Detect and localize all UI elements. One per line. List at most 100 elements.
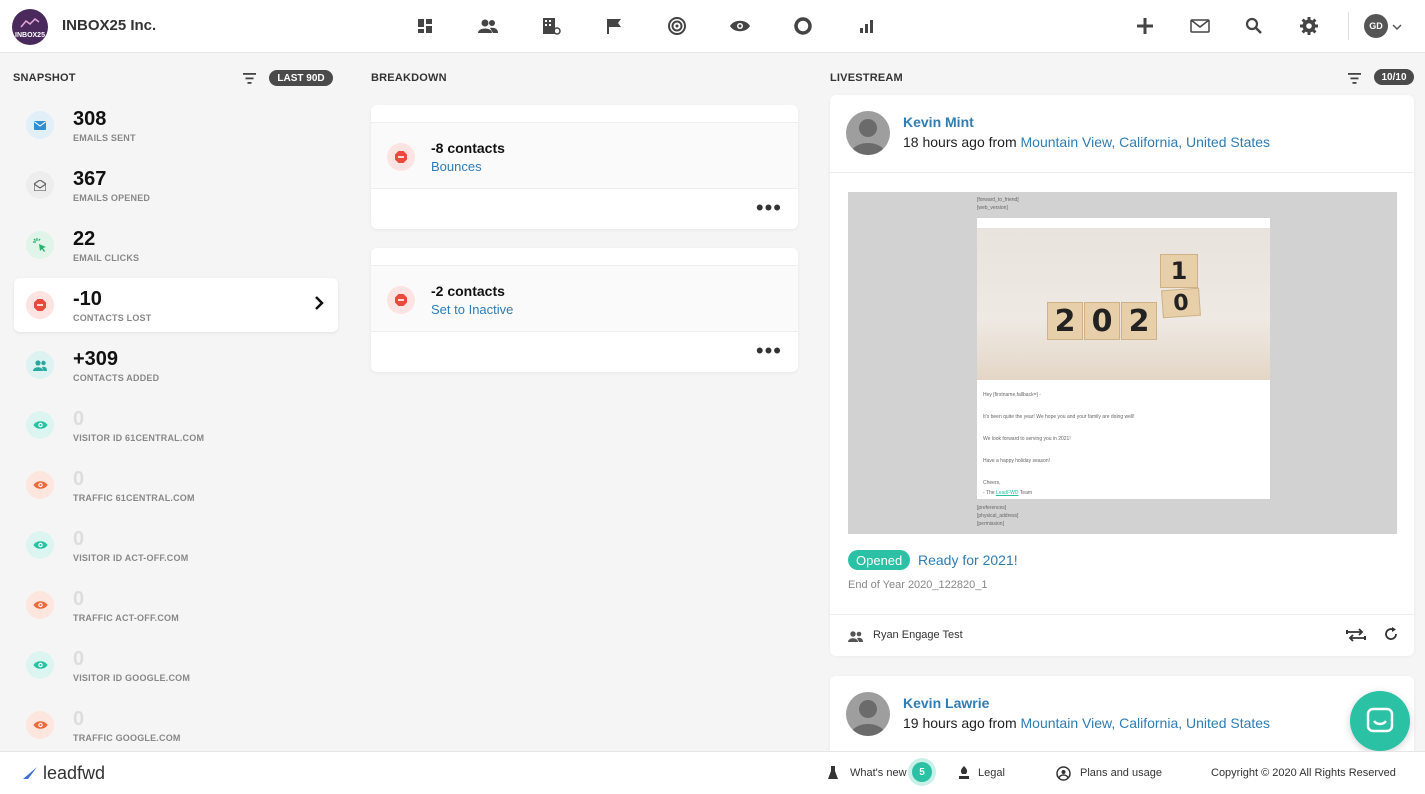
snapshot-value: 0	[73, 468, 85, 490]
snapshot-label: EMAIL CLICKS	[73, 253, 140, 263]
snapshot-value: 0	[73, 648, 85, 670]
open-envelope-icon	[26, 171, 54, 199]
eye-icon	[26, 711, 54, 739]
target-icon[interactable]	[666, 15, 688, 37]
livestream-filter-icon[interactable]	[1348, 71, 1361, 89]
card-body	[371, 266, 798, 332]
email-text: Have a happy holiday season!	[983, 458, 1050, 464]
contacts-icon[interactable]	[477, 15, 499, 37]
bar-chart-icon[interactable]	[856, 15, 878, 37]
snapshot-label: EMAILS SENT	[73, 133, 136, 143]
top-bar: INBOX25 INBOX25 Inc. GD	[0, 0, 1425, 53]
cursor-click-icon	[26, 231, 54, 259]
org-logo-text: INBOX25	[15, 32, 45, 39]
snapshot-value: 0	[73, 408, 85, 430]
year-block: 2	[1121, 302, 1157, 340]
plans-link[interactable]: Plans and usage	[1080, 767, 1162, 779]
avatar[interactable]	[846, 111, 890, 155]
workflow-icon[interactable]	[1346, 628, 1366, 647]
snapshot-label: TRAFFIC 61CENTRAL.COM	[73, 493, 195, 503]
dashboard-icon[interactable]	[414, 15, 436, 37]
email-signature: - The LeadFWD Team	[983, 490, 1032, 496]
eye-icon	[26, 531, 54, 559]
legal-link[interactable]: Legal	[978, 767, 1005, 779]
chevron-right-icon[interactable]	[314, 295, 324, 316]
snapshot-item[interactable]: 0 TRAFFIC GOOGLE.COM	[14, 698, 338, 752]
snapshot-item[interactable]: 367 EMAILS OPENED	[14, 158, 338, 212]
year-block: 1	[1160, 254, 1198, 288]
email-preview[interactable]: [forward_to_friend] [web_version] 2 0 2 …	[848, 192, 1397, 534]
snapshot-item[interactable]: 0 TRAFFIC ACT-OFF.COM	[14, 578, 338, 632]
breakdown-card[interactable]: -2 contacts Set to Inactive •••	[371, 248, 798, 372]
email-body: 2 0 2 0 1 Hey [firstname,fallback=] - It…	[977, 218, 1270, 499]
user-avatar[interactable]: GD	[1364, 14, 1388, 38]
flask-icon	[828, 766, 838, 785]
snapshot-item[interactable]: -10 CONTACTS LOST	[14, 278, 338, 332]
divider	[830, 172, 1414, 173]
signature-prefix: - The	[983, 490, 996, 496]
location-link[interactable]: Mountain View, California, United States	[1021, 134, 1271, 150]
snapshot-item[interactable]: 0 VISITOR ID 61CENTRAL.COM	[14, 398, 338, 452]
whats-new-badge[interactable]: 5	[912, 762, 932, 782]
email-subject-link[interactable]: Ready for 2021!	[918, 552, 1018, 568]
snapshot-item[interactable]: 22 EMAIL CLICKS	[14, 218, 338, 272]
contact-name[interactable]: Kevin Lawrie	[903, 695, 989, 711]
snapshot-label: CONTACTS LOST	[73, 313, 152, 323]
breakdown-title: -8 contacts	[431, 140, 505, 156]
email-text: Cheers,	[983, 480, 1001, 486]
chat-launcher-button[interactable]	[1350, 691, 1410, 751]
stop-icon	[387, 143, 415, 171]
location-link[interactable]: Mountain View, California, United States	[1021, 715, 1271, 731]
contact-name[interactable]: Kevin Mint	[903, 114, 974, 130]
org-logo[interactable]: INBOX25	[12, 9, 48, 45]
snapshot-item[interactable]: 0 VISITOR ID GOOGLE.COM	[14, 638, 338, 692]
whats-new-link[interactable]: What's new	[850, 767, 907, 779]
snapshot-item[interactable]: 0 VISITOR ID ACT-OFF.COM	[14, 518, 338, 572]
year-block: 0	[1161, 287, 1201, 319]
email-hero-image: 2 0 2 0 1	[977, 228, 1270, 380]
mail-icon[interactable]	[1189, 15, 1211, 37]
refresh-icon[interactable]	[1384, 627, 1398, 646]
livestream-count-pill[interactable]: 10/10	[1374, 69, 1414, 85]
filter-icon[interactable]	[243, 71, 256, 89]
snapshot-header: SNAPSHOT	[13, 72, 76, 84]
time-text: 18 hours ago from	[903, 134, 1017, 150]
snapshot-label: VISITOR ID GOOGLE.COM	[73, 673, 191, 683]
card-body	[371, 123, 798, 189]
preview-line: [permission]	[977, 521, 1004, 527]
circle-icon[interactable]	[792, 15, 814, 37]
gear-icon[interactable]	[1298, 15, 1320, 37]
plus-icon[interactable]	[1134, 15, 1156, 37]
preview-line: [preferences]	[977, 505, 1007, 511]
breakdown-link[interactable]: Bounces	[431, 159, 482, 174]
range-pill[interactable]: LAST 90D	[269, 70, 333, 86]
snapshot-item[interactable]: +309 CONTACTS ADDED	[14, 338, 338, 392]
campaign-name: End of Year 2020_122820_1	[848, 579, 988, 591]
activity-time: 18 hours ago from Mountain View, Califor…	[903, 134, 1270, 150]
avatar[interactable]	[846, 692, 890, 736]
year-block: 2	[1047, 302, 1083, 340]
search-icon[interactable]	[1243, 15, 1265, 37]
snapshot-value: -10	[73, 288, 102, 310]
brand-mark-icon	[23, 767, 37, 779]
breakdown-card[interactable]: -8 contacts Bounces •••	[371, 105, 798, 229]
brand-logo[interactable]: leadfwd	[22, 763, 105, 784]
stop-icon	[26, 291, 54, 319]
snapshot-item[interactable]: 308 EMAILS SENT	[14, 98, 338, 152]
breakdown-link[interactable]: Set to Inactive	[431, 302, 513, 317]
livestream-card: Kevin Mint 18 hours ago from Mountain Vi…	[830, 95, 1414, 656]
chevron-down-icon[interactable]	[1392, 18, 1402, 36]
flag-icon[interactable]	[603, 15, 625, 37]
email-text: Hey [firstname,fallback=] -	[983, 392, 1041, 398]
more-options-icon[interactable]: •••	[756, 340, 782, 362]
logo-chart-icon	[20, 18, 40, 28]
more-options-icon[interactable]: •••	[756, 197, 782, 219]
companies-icon[interactable]	[541, 15, 563, 37]
org-name[interactable]: INBOX25 Inc.	[62, 17, 156, 34]
snapshot-value: 308	[73, 108, 107, 130]
eye-icon[interactable]	[729, 15, 751, 37]
activity-time: 19 hours ago from Mountain View, Califor…	[903, 715, 1270, 731]
snapshot-item[interactable]: 0 TRAFFIC 61CENTRAL.COM	[14, 458, 338, 512]
group-name[interactable]: Ryan Engage Test	[873, 629, 963, 641]
snapshot-label: EMAILS OPENED	[73, 193, 151, 203]
